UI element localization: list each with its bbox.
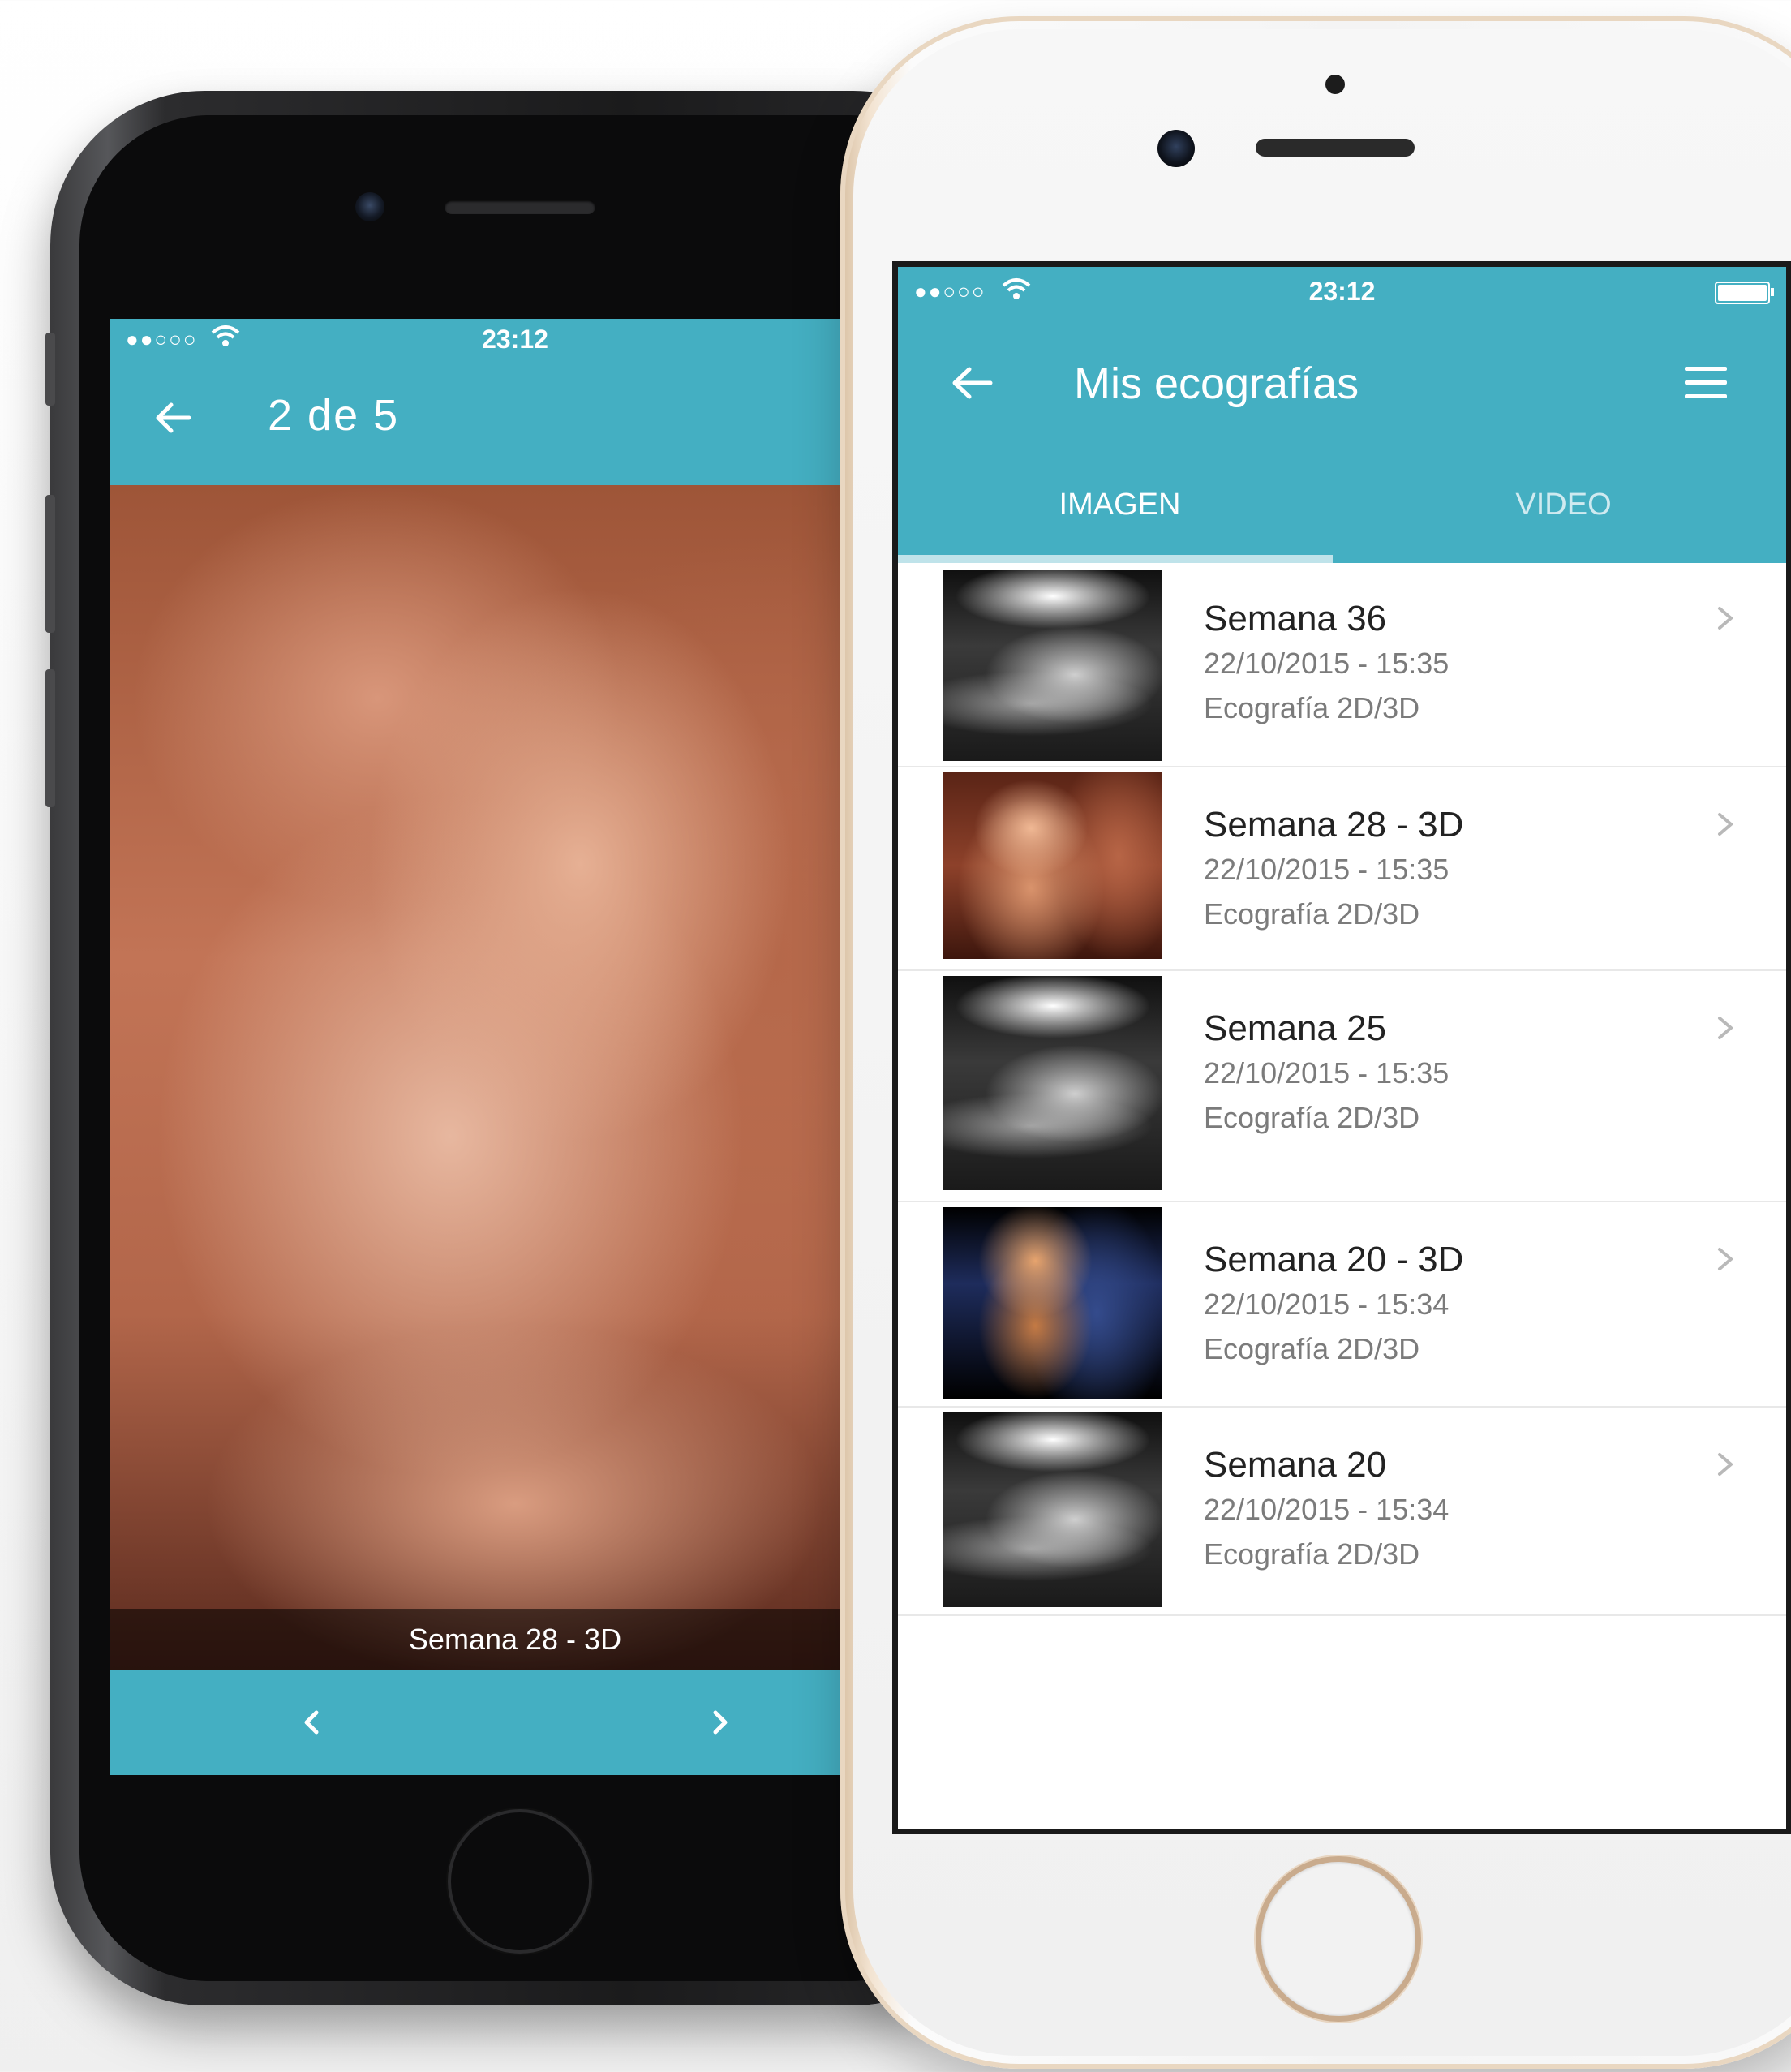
ultrasound-thumbnail — [943, 976, 1162, 1190]
volume-up-button — [45, 495, 55, 633]
arrow-left-icon — [952, 367, 993, 399]
item-datetime: 22/10/2015 - 15:34 — [1204, 1287, 1450, 1321]
viewer-header: ●●○○○ 23:12 2 de 5 — [110, 319, 921, 485]
earpiece-speaker — [1256, 139, 1415, 157]
front-camera-icon — [355, 192, 384, 221]
list-item[interactable]: Semana 20 - 3D 22/10/2015 - 15:34 Ecogra… — [898, 1202, 1786, 1408]
item-title: Semana 36 — [1204, 599, 1387, 638]
list-item[interactable]: Semana 25 22/10/2015 - 15:35 Ecografía 2… — [898, 971, 1786, 1202]
ultrasound-thumbnail — [943, 772, 1162, 959]
viewer-screen: ●●○○○ 23:12 2 de 5 Semana 28 - 3D — [110, 319, 921, 1775]
item-datetime: 22/10/2015 - 15:35 — [1204, 853, 1450, 886]
item-datetime: 22/10/2015 - 15:35 — [1204, 1056, 1450, 1090]
battery-icon — [1715, 282, 1774, 304]
photo-caption: Semana 28 - 3D — [110, 1609, 921, 1670]
next-image-button[interactable] — [692, 1694, 749, 1751]
arrow-left-icon — [156, 402, 191, 433]
item-title: Semana 20 - 3D — [1204, 1240, 1464, 1279]
active-tab-indicator — [898, 555, 1333, 563]
item-datetime: 22/10/2015 - 15:35 — [1204, 647, 1450, 680]
front-camera-icon — [1157, 130, 1195, 167]
back-button[interactable] — [150, 393, 199, 442]
item-title: Semana 20 — [1204, 1445, 1387, 1485]
earpiece-speaker — [445, 200, 595, 214]
item-type: Ecografía 2D/3D — [1204, 897, 1420, 931]
chevron-right-icon — [1713, 602, 1737, 634]
list-item[interactable]: Semana 36 22/10/2015 - 15:35 Ecografía 2… — [898, 563, 1786, 767]
item-type: Ecografía 2D/3D — [1204, 1101, 1420, 1134]
item-title: Semana 25 — [1204, 1008, 1387, 1048]
status-bar: ●●○○○ 23:12 — [110, 319, 921, 359]
chevron-right-icon — [713, 1710, 728, 1735]
proximity-sensor — [1325, 75, 1345, 94]
list-item[interactable]: Semana 28 - 3D 22/10/2015 - 15:35 Ecogra… — [898, 767, 1786, 971]
hamburger-menu-icon[interactable] — [1685, 367, 1727, 399]
image-counter: 2 de 5 — [268, 391, 400, 440]
chevron-left-icon — [304, 1710, 319, 1735]
home-button[interactable] — [1256, 1856, 1421, 2022]
tab-imagen[interactable]: IMAGEN — [898, 488, 1342, 522]
status-bar: ●●○○○ 23:12 — [898, 267, 1786, 316]
home-button[interactable] — [448, 1809, 592, 1954]
status-time: 23:12 — [1308, 276, 1376, 306]
page-title: Mis ecografías — [1074, 359, 1359, 408]
item-type: Ecografía 2D/3D — [1204, 691, 1420, 724]
chevron-right-icon — [1713, 1012, 1737, 1044]
item-title: Semana 28 - 3D — [1204, 805, 1464, 845]
list-screen: ●●○○○ 23:12 Mis ecografías IMAGEN VIDEO … — [892, 261, 1791, 1834]
item-type: Ecografía 2D/3D — [1204, 1332, 1420, 1365]
chevron-right-icon — [1713, 1243, 1737, 1275]
chevron-right-icon — [1713, 808, 1737, 840]
item-type: Ecografía 2D/3D — [1204, 1537, 1420, 1571]
ultrasound-thumbnail — [943, 1207, 1162, 1399]
list-item[interactable]: Semana 20 22/10/2015 - 15:34 Ecografía 2… — [898, 1408, 1786, 1616]
ultrasound-thumbnail — [943, 1412, 1162, 1607]
previous-image-button[interactable] — [283, 1694, 340, 1751]
ultrasound-photo[interactable] — [110, 485, 921, 1670]
chevron-right-icon — [1713, 1448, 1737, 1481]
pager-bar — [110, 1670, 921, 1775]
back-button[interactable] — [945, 355, 1002, 411]
volume-down-button — [45, 669, 55, 807]
ultrasound-list: Semana 36 22/10/2015 - 15:35 Ecografía 2… — [898, 563, 1786, 1616]
status-time: 23:12 — [482, 324, 548, 354]
item-datetime: 22/10/2015 - 15:34 — [1204, 1493, 1450, 1526]
list-header: ●●○○○ 23:12 Mis ecografías IMAGEN VIDEO — [898, 267, 1786, 563]
tab-video[interactable]: VIDEO — [1342, 488, 1785, 522]
ultrasound-thumbnail — [943, 570, 1162, 761]
mute-switch — [45, 333, 55, 406]
